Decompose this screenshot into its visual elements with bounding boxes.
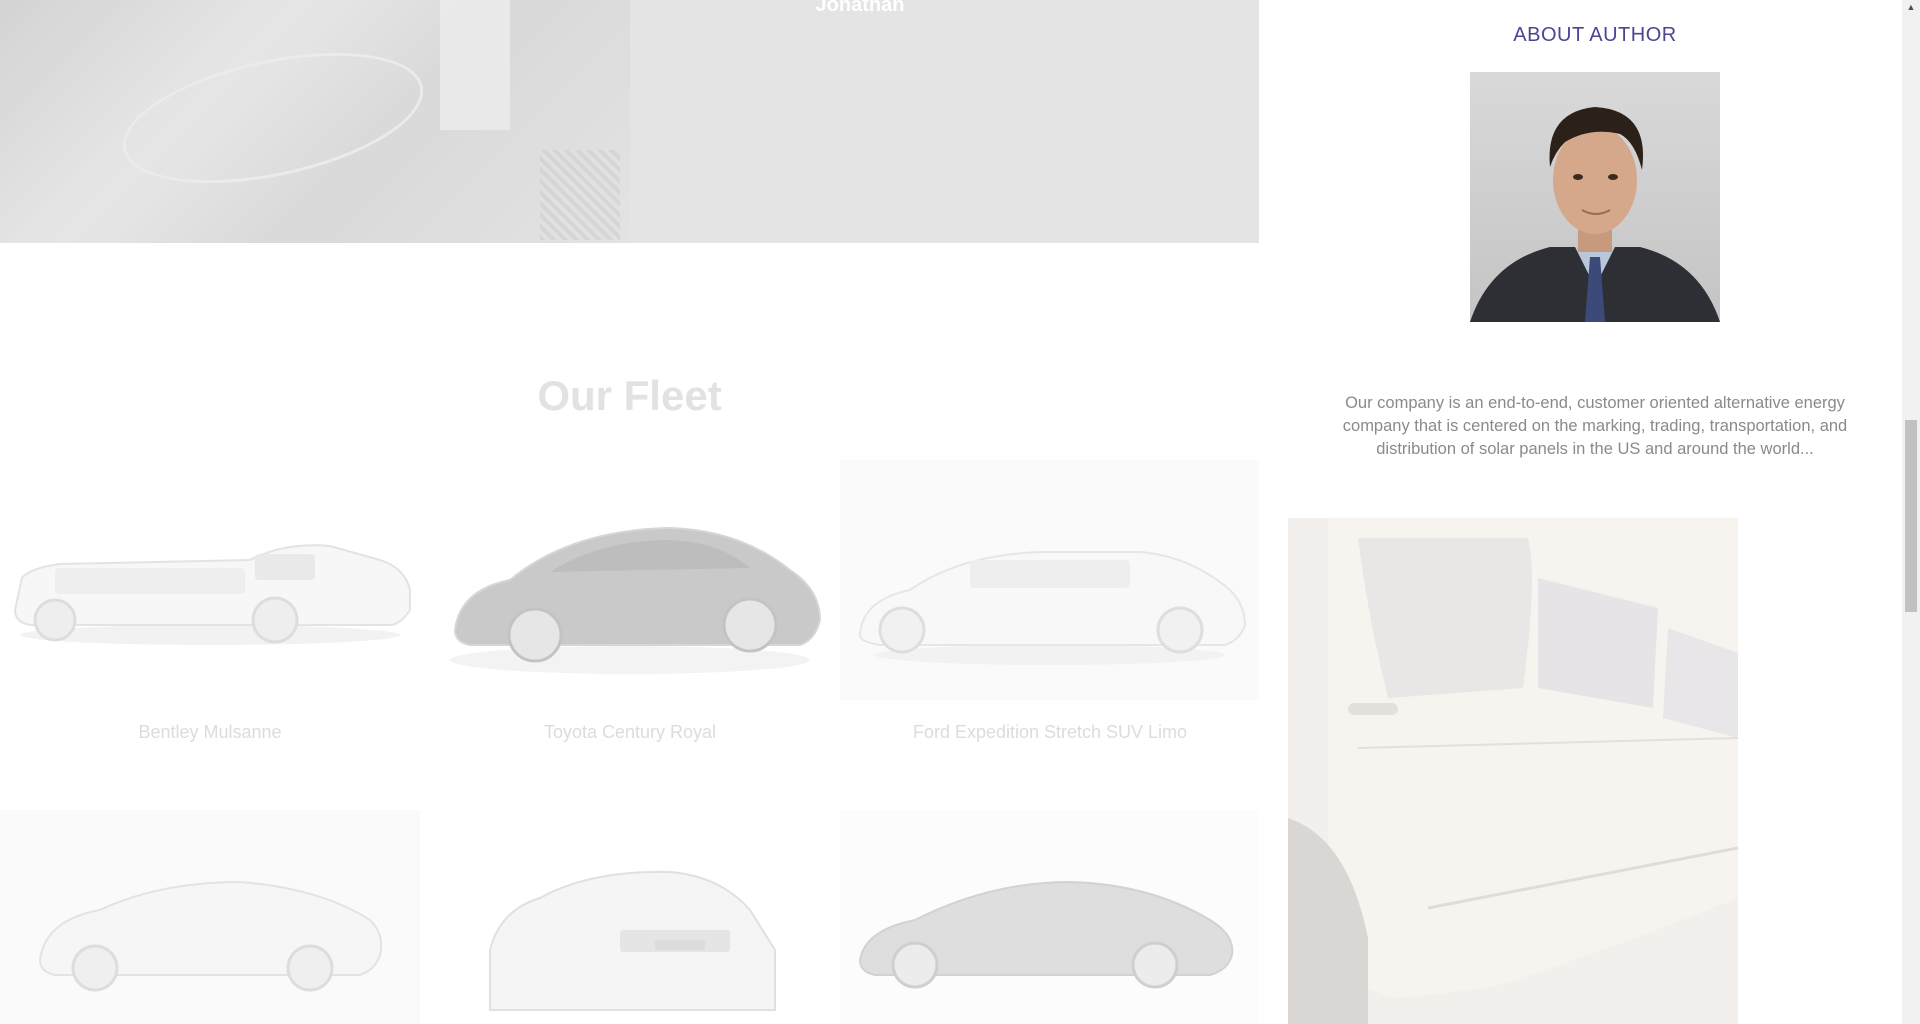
testimonial-background-image: [0, 0, 630, 243]
fleet-car-card[interactable]: [420, 810, 840, 1024]
sidebar: ABOUT AUTHOR Our company is an end-to-en…: [1259, 0, 1902, 1024]
testimonial-author-name: Jonathan: [815, 0, 905, 16]
testimonial-section: Jonathan: [0, 0, 1259, 243]
author-avatar: [1470, 72, 1720, 322]
grey-coupe-image[interactable]: [840, 810, 1259, 1024]
fleet-car-name[interactable]: Bentley Mulsanne: [0, 722, 420, 743]
scrollbar-thumb[interactable]: [1905, 420, 1917, 612]
fleet-car-card[interactable]: [0, 810, 420, 1024]
white-stretch-limo-image[interactable]: [0, 460, 420, 700]
white-sedan-image[interactable]: [840, 460, 1259, 700]
fleet-car-card[interactable]: Bentley Mulsanne: [0, 460, 420, 742]
white-coupe-image[interactable]: [0, 810, 420, 1024]
scroll-up-arrow-icon[interactable]: ▲: [1902, 0, 1920, 14]
fleet-car-name[interactable]: Toyota Century Royal: [420, 722, 840, 743]
fleet-car-name[interactable]: Ford Expedition Stretch SUV Limo: [840, 722, 1259, 743]
fleet-section-title: Our Fleet: [537, 372, 722, 419]
about-author-heading: ABOUT AUTHOR: [1513, 24, 1677, 46]
main-content: Jonathan Our Fleet Bentley Mulsanne Toyo…: [0, 0, 1259, 1024]
fleet-car-card[interactable]: Toyota Century Royal: [420, 460, 840, 742]
sidebar-limo-image: [1288, 518, 1738, 1024]
fleet-car-card[interactable]: [840, 810, 1259, 1024]
white-sedan-rear-image[interactable]: [420, 810, 840, 1024]
vertical-scrollbar[interactable]: ▲: [1902, 0, 1920, 1024]
fleet-car-card[interactable]: Ford Expedition Stretch SUV Limo: [840, 460, 1259, 742]
about-author-text: Our company is an end-to-end, customer o…: [1342, 394, 1848, 458]
black-sedan-image[interactable]: [420, 460, 840, 700]
